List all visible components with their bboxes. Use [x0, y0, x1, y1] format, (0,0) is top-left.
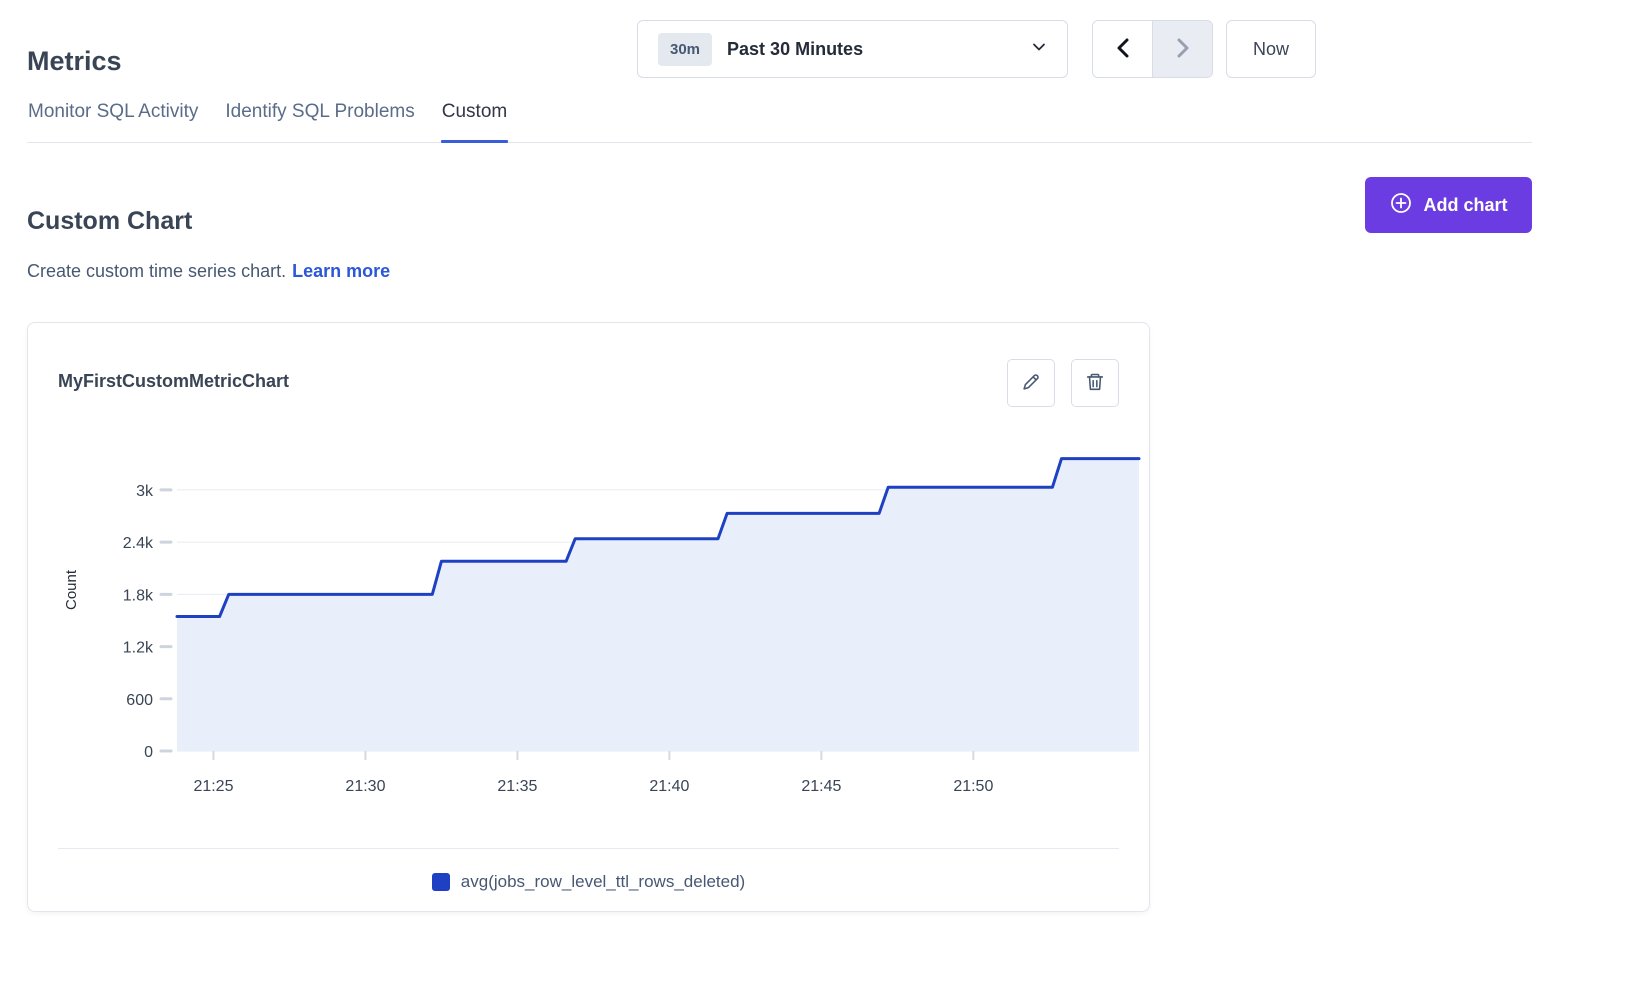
time-step-buttons — [1092, 20, 1213, 78]
tab-label: Identify SQL Problems — [225, 101, 414, 122]
chart-legend: avg(jobs_row_level_ttl_rows_deleted) — [28, 872, 1149, 892]
svg-text:3k: 3k — [136, 483, 154, 500]
custom-chart-card: MyFirstCustomMetricChart 06001.2k1.8k2.4… — [27, 322, 1150, 912]
svg-text:600: 600 — [126, 692, 153, 709]
chevron-down-icon — [1031, 39, 1047, 60]
time-range-dropdown[interactable]: 30m Past 30 Minutes — [637, 20, 1068, 78]
tab-label: Monitor SQL Activity — [28, 101, 198, 122]
plus-circle-icon — [1389, 191, 1413, 220]
svg-text:21:50: 21:50 — [953, 778, 993, 795]
tab-custom[interactable]: Custom — [441, 101, 508, 142]
timeseries-chart[interactable]: 0 600 1.2k 1.8k 2.4k 3k 21:25 21:30 21:35 21:40 21… — [28, 323, 1149, 803]
svg-text:1.8k: 1.8k — [123, 587, 154, 604]
svg-text:21:35: 21:35 — [497, 778, 537, 795]
learn-more-link[interactable]: Learn more — [292, 261, 390, 281]
card-divider — [58, 848, 1119, 849]
svg-text:21:30: 21:30 — [345, 778, 385, 795]
svg-text:2.4k: 2.4k — [123, 535, 154, 552]
section-description-text: Create custom time series chart. — [27, 261, 286, 281]
tab-monitor-sql-activity[interactable]: Monitor SQL Activity — [27, 101, 199, 142]
next-time-button[interactable] — [1152, 21, 1212, 77]
metrics-tabs: Monitor SQL Activity Identify SQL Proble… — [27, 101, 1532, 143]
svg-text:21:40: 21:40 — [649, 778, 689, 795]
now-button[interactable]: Now — [1226, 20, 1316, 78]
tab-label: Custom — [442, 101, 507, 122]
time-range-badge: 30m — [658, 33, 712, 66]
chevron-right-icon — [1174, 37, 1192, 62]
svg-text:21:25: 21:25 — [193, 778, 233, 795]
tab-identify-sql-problems[interactable]: Identify SQL Problems — [224, 101, 415, 142]
time-range-label: Past 30 Minutes — [727, 39, 863, 60]
add-chart-label: Add chart — [1423, 195, 1507, 216]
previous-time-button[interactable] — [1093, 21, 1152, 77]
metrics-page: Metrics 30m Past 30 Minutes Now Monitor … — [0, 0, 1650, 982]
svg-text:0: 0 — [144, 744, 153, 761]
section-heading: Custom Chart — [27, 207, 192, 236]
legend-swatch — [432, 873, 450, 891]
page-title: Metrics — [27, 46, 122, 77]
active-tab-underline — [441, 140, 508, 143]
svg-text:21:45: 21:45 — [801, 778, 841, 795]
add-chart-button[interactable]: Add chart — [1365, 177, 1532, 233]
legend-label: avg(jobs_row_level_ttl_rows_deleted) — [461, 872, 745, 892]
svg-text:Count: Count — [63, 569, 80, 610]
section-description: Create custom time series chart. Learn mo… — [27, 261, 390, 282]
chevron-left-icon — [1114, 37, 1132, 62]
svg-text:1.2k: 1.2k — [123, 640, 154, 657]
